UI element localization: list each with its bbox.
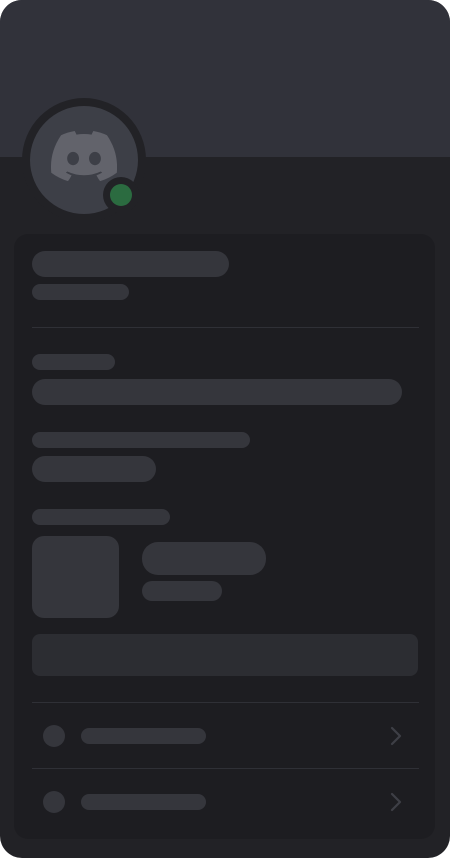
profile-card [0,0,450,858]
action-button-placeholder[interactable] [32,634,418,676]
section-divider [32,327,419,328]
circle-icon [43,725,65,747]
circle-icon [43,791,65,813]
chevron-right-icon [390,726,402,746]
list-row[interactable] [32,769,419,834]
online-status-indicator [110,184,132,206]
activity-subtitle-placeholder [142,581,222,601]
section-heading-placeholder [32,509,170,525]
chevron-right-icon [390,792,402,812]
display-name-placeholder [32,251,229,277]
activity-image-placeholder [32,536,119,618]
row-label-placeholder [81,794,206,810]
member-since-placeholder [32,456,156,482]
section-heading-placeholder [32,354,115,370]
list-row[interactable] [32,703,419,768]
section-heading-placeholder [32,432,250,448]
bio-line-placeholder [32,379,402,405]
row-label-placeholder [81,728,206,744]
discord-logo-icon [51,131,117,181]
username-placeholder [32,284,129,300]
activity-title-placeholder [142,542,266,575]
